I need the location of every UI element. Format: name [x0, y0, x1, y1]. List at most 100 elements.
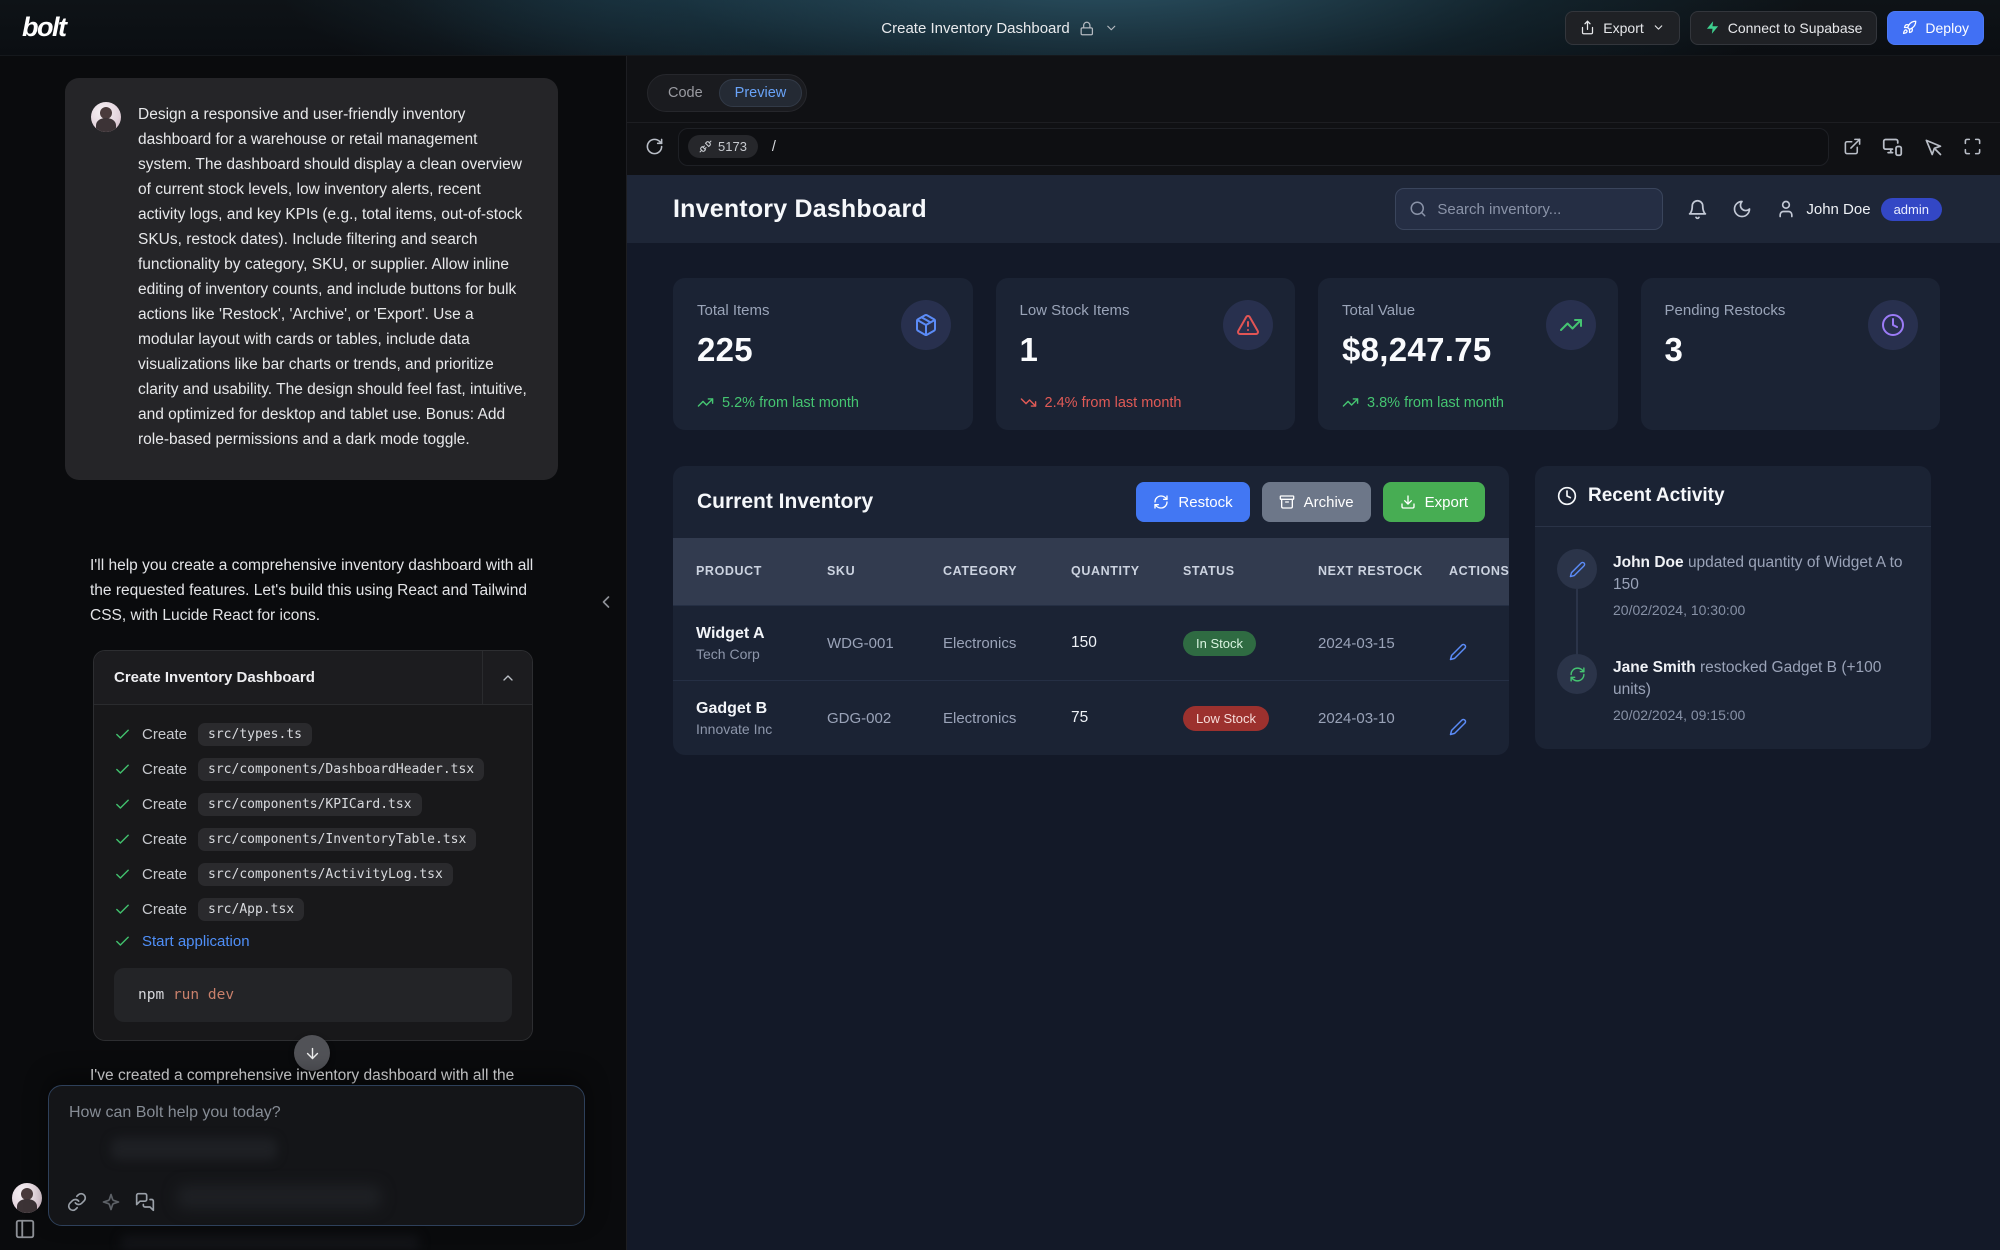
address-bar[interactable]: 5173 / [678, 128, 1829, 166]
activity-title: Recent Activity [1588, 485, 1725, 507]
browser-toolbar: 5173 / [627, 122, 2000, 170]
kpi-pending-restocks: Pending Restocks 3 [1641, 278, 1941, 430]
deploy-button[interactable]: Deploy [1887, 11, 1984, 45]
dashboard-header: Inventory Dashboard [627, 175, 2000, 243]
create-file-step: Create src/components/ActivityLog.tsx [114, 857, 512, 892]
edit-pencil-icon[interactable] [1449, 643, 1509, 661]
account-avatar[interactable] [12, 1183, 42, 1213]
redacted-content [111, 1138, 277, 1160]
clock-icon [1881, 313, 1905, 337]
restock-button[interactable]: Restock [1136, 482, 1249, 522]
connect-supabase-button[interactable]: Connect to Supabase [1690, 11, 1878, 45]
chevron-down-icon [1105, 21, 1119, 35]
top-bar: bolt Create Inventory Dashboard Export [0, 0, 2000, 56]
attach-link-icon[interactable] [67, 1192, 87, 1212]
chat-input-box[interactable] [48, 1085, 585, 1226]
url-path: / [772, 139, 776, 155]
user-menu[interactable]: John Doe admin [1776, 198, 1942, 221]
file-path-chip[interactable]: src/components/DashboardHeader.tsx [198, 758, 484, 781]
tab-preview[interactable]: Preview [719, 79, 803, 107]
supabase-zap-icon [1705, 20, 1720, 35]
inventory-search[interactable] [1395, 188, 1663, 230]
search-input[interactable] [1437, 201, 1649, 218]
check-icon [114, 831, 131, 848]
project-title: Create Inventory Dashboard [881, 20, 1069, 37]
dashboard-main-row: Current Inventory Restock Archive [673, 466, 2000, 755]
collapse-artifact-button[interactable] [482, 651, 532, 704]
activity-item: Jane Smith restocked Gadget B (+100 unit… [1557, 654, 1909, 727]
inventory-title: Current Inventory [697, 490, 873, 514]
edit-pencil-icon[interactable] [1449, 718, 1509, 736]
app-window: bolt Create Inventory Dashboard Export [0, 0, 2000, 1250]
project-title-menu[interactable]: Create Inventory Dashboard [881, 0, 1118, 56]
assistant-intro-text: I'll help you create a comprehensive inv… [90, 553, 552, 628]
package-icon [914, 313, 938, 337]
file-path-chip[interactable]: src/App.tsx [198, 898, 304, 921]
file-path-chip[interactable]: src/components/ActivityLog.tsx [198, 863, 453, 886]
file-path-chip[interactable]: src/types.ts [198, 723, 312, 746]
reload-icon[interactable] [645, 137, 664, 156]
create-file-step: Create src/components/DashboardHeader.ts… [114, 752, 512, 787]
terminal-command: npm run dev [114, 968, 512, 1022]
search-icon [1409, 200, 1427, 218]
kpi-total-value: Total Value $8,247.75 3.8% from last mon… [1318, 278, 1618, 430]
kpi-total-items: Total Items 225 5.2% from last month [673, 278, 973, 430]
inspector-cursor-icon[interactable] [1923, 137, 1943, 157]
create-file-step: Create src/types.ts [114, 717, 512, 752]
redacted-content [177, 1185, 381, 1209]
user-avatar [91, 102, 121, 132]
download-icon [1400, 494, 1416, 510]
trending-up-icon [1342, 394, 1359, 411]
discuss-mode-icon[interactable] [135, 1192, 155, 1212]
tab-code[interactable]: Code [652, 79, 719, 107]
chat-toolbar [67, 1192, 155, 1212]
start-application-link[interactable]: Start application [142, 933, 250, 950]
sidebar-toggle-icon[interactable] [14, 1218, 36, 1240]
inventory-table-header: Product SKU Category Quantity Status Nex… [673, 538, 1509, 605]
bell-icon[interactable] [1687, 199, 1708, 220]
view-tabs: Code Preview [647, 74, 807, 112]
user-name: John Doe [1806, 201, 1870, 218]
refresh-icon [1153, 494, 1169, 510]
kpi-row: Total Items 225 5.2% from last month Low… [673, 278, 1940, 430]
open-external-icon[interactable] [1843, 137, 1862, 156]
export-inventory-button[interactable]: Export [1383, 482, 1485, 522]
fullscreen-icon[interactable] [1963, 137, 1982, 156]
export-button[interactable]: Export [1565, 11, 1679, 45]
file-path-chip[interactable]: src/components/KPICard.tsx [198, 793, 422, 816]
check-icon [114, 761, 131, 778]
clock-icon [1557, 486, 1577, 506]
bolt-logo[interactable]: bolt [16, 12, 65, 43]
arrow-down-icon [304, 1045, 321, 1062]
collapse-chat-chevron[interactable] [596, 592, 616, 612]
table-row[interactable]: Gadget B Innovate Inc GDG-002 Electronic… [673, 680, 1509, 755]
recent-activity-card: Recent Activity John Doe updated qu [1535, 466, 1931, 749]
port-badge[interactable]: 5173 [688, 135, 758, 158]
activity-item: John Doe updated quantity of Widget A to… [1557, 549, 1909, 654]
user-prompt-text: Design a responsive and user-friendly in… [138, 102, 532, 452]
responsive-devices-icon[interactable] [1882, 136, 1903, 157]
user-icon [1776, 199, 1796, 219]
chat-input[interactable] [69, 1104, 564, 1122]
table-row[interactable]: Widget A Tech Corp WDG-001 Electronics 1… [673, 605, 1509, 680]
check-icon [114, 866, 131, 883]
archive-button[interactable]: Archive [1262, 482, 1371, 522]
current-inventory-card: Current Inventory Restock Archive [673, 466, 1509, 755]
archive-icon [1279, 494, 1295, 510]
artifact-card: Create Inventory Dashboard Create src/ty… [93, 650, 533, 1041]
dark-mode-moon-icon[interactable] [1732, 199, 1752, 219]
start-application-step: Start application [114, 927, 512, 956]
status-badge: Low Stock [1183, 706, 1269, 731]
chevron-down-icon [1652, 21, 1665, 34]
create-file-step: Create src/components/InventoryTable.tsx [114, 822, 512, 857]
trending-up-icon [1559, 313, 1583, 337]
create-file-step: Create src/components/KPICard.tsx [114, 787, 512, 822]
artifact-title: Create Inventory Dashboard [94, 651, 482, 704]
file-path-chip[interactable]: src/components/InventoryTable.tsx [198, 828, 476, 851]
enhance-prompt-sparkles-icon[interactable] [101, 1192, 121, 1212]
timeline-connector [1576, 589, 1578, 658]
workbench-panel: Code Preview 5173 / [626, 56, 2000, 1250]
kpi-low-stock-items: Low Stock Items 1 2.4% from last month [996, 278, 1296, 430]
artifact-header: Create Inventory Dashboard [94, 651, 532, 705]
dashboard-title: Inventory Dashboard [673, 195, 927, 224]
